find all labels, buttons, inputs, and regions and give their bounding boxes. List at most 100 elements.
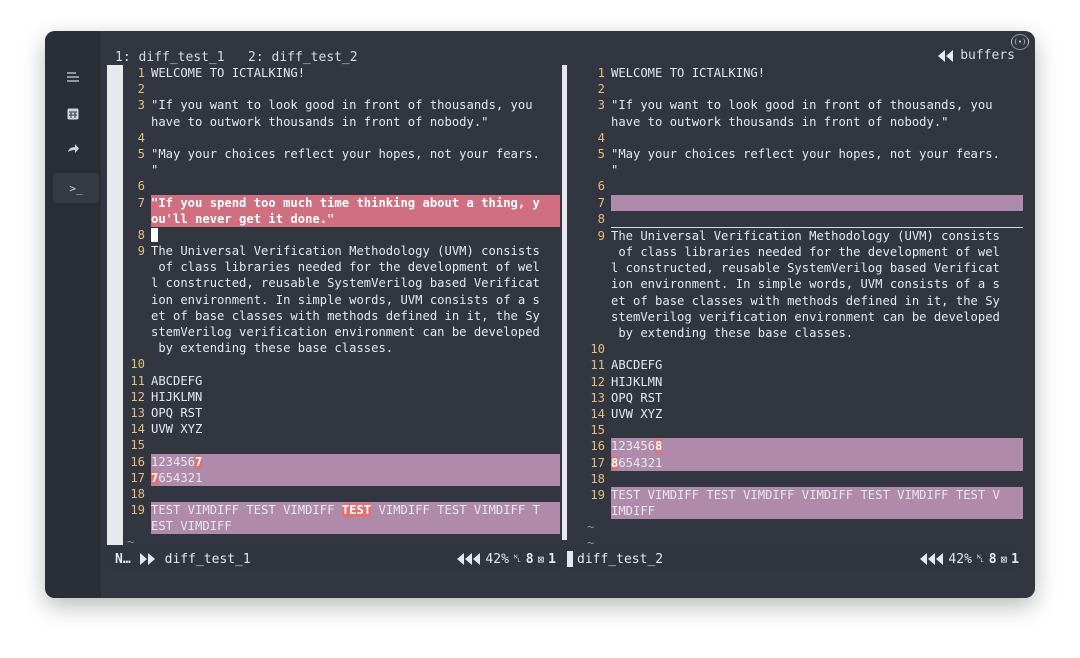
buffer-line[interactable]: 6 <box>583 178 1023 194</box>
vertical-separator[interactable] <box>562 65 567 540</box>
buffer-line[interactable]: 4 <box>583 130 1023 146</box>
buffer-line[interactable]: 19 TEST VIMDIFF TEST VIMDIFF VIMDIFF TEST… <box>583 486 1023 504</box>
tabline[interactable]: 1: diff_test_1 2: diff_test_2 <box>115 50 358 65</box>
explorer-icon[interactable] <box>58 65 88 89</box>
buffer-line[interactable]: 14 UVW XYZ <box>123 421 560 437</box>
buffer-line[interactable]: 4 <box>123 130 560 146</box>
buffer-line[interactable]: 2 <box>123 81 560 97</box>
buffer-line[interactable]: 11 ABCDEFG <box>123 373 560 389</box>
buffer-line[interactable]: 2 <box>583 81 1023 97</box>
buffer-line[interactable]: of class libraries needed for the develo… <box>123 259 560 275</box>
buffer-line[interactable]: by extending these base classes. <box>123 340 560 356</box>
line-number: 9 <box>597 228 605 243</box>
changed-text: 7 <box>195 454 203 469</box>
buffer-line[interactable]: 9 The Universal Verification Methodology … <box>123 243 560 259</box>
buffers-indicator[interactable]: buffers <box>936 48 1015 63</box>
buffer-line[interactable]: 7 "If you spend too much time thinking ab… <box>123 194 560 211</box>
buffer-line[interactable]: ~ <box>583 535 1023 545</box>
text-segment: l constructed, reusable SystemVerilog ba… <box>611 261 1000 276</box>
buffer-line[interactable]: stemVerilog verification environment can… <box>583 309 1023 325</box>
line-text <box>611 81 1023 97</box>
buffer-line[interactable]: ion environment. In simple words, UVM co… <box>583 276 1023 292</box>
buffer-line[interactable]: 1 WELCOME TO ICTALKING! <box>123 65 560 81</box>
buffer-line[interactable]: 3 "If you want to look good in front of t… <box>583 97 1023 113</box>
buffer-line[interactable]: 5 "May your choices reflect your hopes, n… <box>583 146 1023 162</box>
buffers-label: buffers <box>960 48 1015 63</box>
buffer-line[interactable]: 1 WELCOME TO ICTALKING! <box>583 65 1023 81</box>
buffer-line[interactable]: IMDIFF <box>583 503 1023 520</box>
buffer-line[interactable]: l constructed, reusable SystemVerilog ba… <box>123 275 560 291</box>
buffer-line[interactable]: ion environment. In simple words, UVM co… <box>123 292 560 308</box>
buffer-line[interactable]: l constructed, reusable SystemVerilog ba… <box>583 260 1023 276</box>
buffer-line[interactable]: 16 1234567 <box>123 453 560 470</box>
buffer-line[interactable]: " <box>123 162 560 178</box>
text-segment: l constructed, reusable SystemVerilog ba… <box>151 276 540 291</box>
line-number <box>123 308 151 324</box>
line-number: 3 <box>137 98 145 113</box>
line-number: 14 <box>130 422 145 437</box>
line-text: WELCOME TO ICTALKING! <box>151 65 560 81</box>
buffer-line[interactable]: 10 <box>123 356 560 372</box>
buffer-line[interactable]: EST VIMDIFF <box>123 518 560 535</box>
text-segment: 654321 <box>618 455 663 470</box>
buffer-line[interactable]: et of base classes with methods defined … <box>583 293 1023 309</box>
buffer-line[interactable]: 8 <box>123 227 560 243</box>
buffer-line[interactable]: 9 The Universal Verification Methodology … <box>583 228 1023 244</box>
buffer-line[interactable]: 12 HIJKLMN <box>123 389 560 405</box>
buffer-line[interactable]: 10 <box>583 341 1023 357</box>
line-number: 7 <box>137 195 145 210</box>
buffer-line[interactable]: 8 <box>583 211 1023 227</box>
line-text <box>151 356 560 372</box>
buffer-line[interactable]: 11 ABCDEFG <box>583 357 1023 373</box>
buffer-line[interactable]: 13 OPQ RST <box>123 405 560 421</box>
line-text <box>611 178 1023 194</box>
buffer-line[interactable]: 15 <box>123 437 560 453</box>
buffer-line[interactable]: 19 TEST VIMDIFF TEST VIMDIFF TEST VIMDIFF… <box>123 502 560 519</box>
buffer-line[interactable]: 13 OPQ RST <box>583 390 1023 406</box>
line-number: 2 <box>137 82 145 97</box>
calculator-icon[interactable] <box>58 102 88 126</box>
text-segment: UVW XYZ <box>151 422 203 437</box>
right-statusline: diff_test_2 42% ␤ 8 ⊠ 1 <box>567 545 1023 573</box>
terminal-icon[interactable]: >_ <box>53 173 99 203</box>
buffer-line[interactable]: 6 <box>123 178 560 194</box>
line-text: et of base classes with methods defined … <box>611 293 1023 309</box>
right-diff-pane[interactable]: 1 WELCOME TO ICTALKING! 2 3 "If you want to … <box>583 65 1023 545</box>
line-text <box>155 534 560 545</box>
line-text: ion environment. In simple words, UVM co… <box>611 276 1023 292</box>
buffer-line[interactable]: 17 7654321 <box>123 469 560 486</box>
buffer-line[interactable]: 16 1234568 <box>583 438 1023 455</box>
buffer-line[interactable]: 12 HIJKLMN <box>583 374 1023 390</box>
forward-arrow-icon[interactable] <box>58 137 88 161</box>
buffer-line[interactable]: 5 "May your choices reflect your hopes, n… <box>123 146 560 162</box>
line-number: 19 <box>590 487 605 502</box>
buffer-line[interactable]: 17 8654321 <box>583 454 1023 471</box>
buffer-line[interactable]: 14 UVW XYZ <box>583 406 1023 422</box>
left-diff-pane[interactable]: 1 WELCOME TO ICTALKING! 2 3 "If you want to … <box>107 65 560 545</box>
line-number: ~ <box>587 520 595 535</box>
text-segment: OPQ RST <box>611 390 663 405</box>
buffer-line[interactable]: stemVerilog verification environment can… <box>123 324 560 340</box>
line-text: "If you want to look good in front of th… <box>151 97 560 113</box>
buffer-line[interactable]: ou'll never get it done." <box>123 210 560 227</box>
buffer-line[interactable]: have to outwork thousands in front of no… <box>583 114 1023 130</box>
buffer-line[interactable]: have to outwork thousands in front of no… <box>123 114 560 130</box>
right-line: 8 <box>988 551 997 567</box>
buffer-line[interactable]: 18 <box>123 486 560 502</box>
buffer-line[interactable]: 15 <box>583 422 1023 438</box>
buffer-line[interactable]: by extending these base classes. <box>583 325 1023 341</box>
buffer-line[interactable]: ~ <box>583 519 1023 535</box>
buffer-line[interactable]: ~ <box>123 534 560 545</box>
buffer-line[interactable]: " <box>583 162 1023 178</box>
right-filename: diff_test_2 <box>577 551 664 567</box>
buffer-line[interactable]: 18 <box>583 471 1023 487</box>
line-text <box>615 535 1023 545</box>
line-text <box>151 178 560 194</box>
line-text <box>151 130 560 146</box>
buffer-line[interactable]: 3 "If you want to look good in front of t… <box>123 97 560 113</box>
line-text: l constructed, reusable SystemVerilog ba… <box>151 275 560 291</box>
text-segment: stemVerilog verification environment can… <box>611 309 1000 324</box>
buffer-line[interactable]: of class libraries needed for the develo… <box>583 244 1023 260</box>
buffer-line[interactable]: et of base classes with methods defined … <box>123 308 560 324</box>
buffer-line[interactable]: 7 <box>583 194 1023 211</box>
